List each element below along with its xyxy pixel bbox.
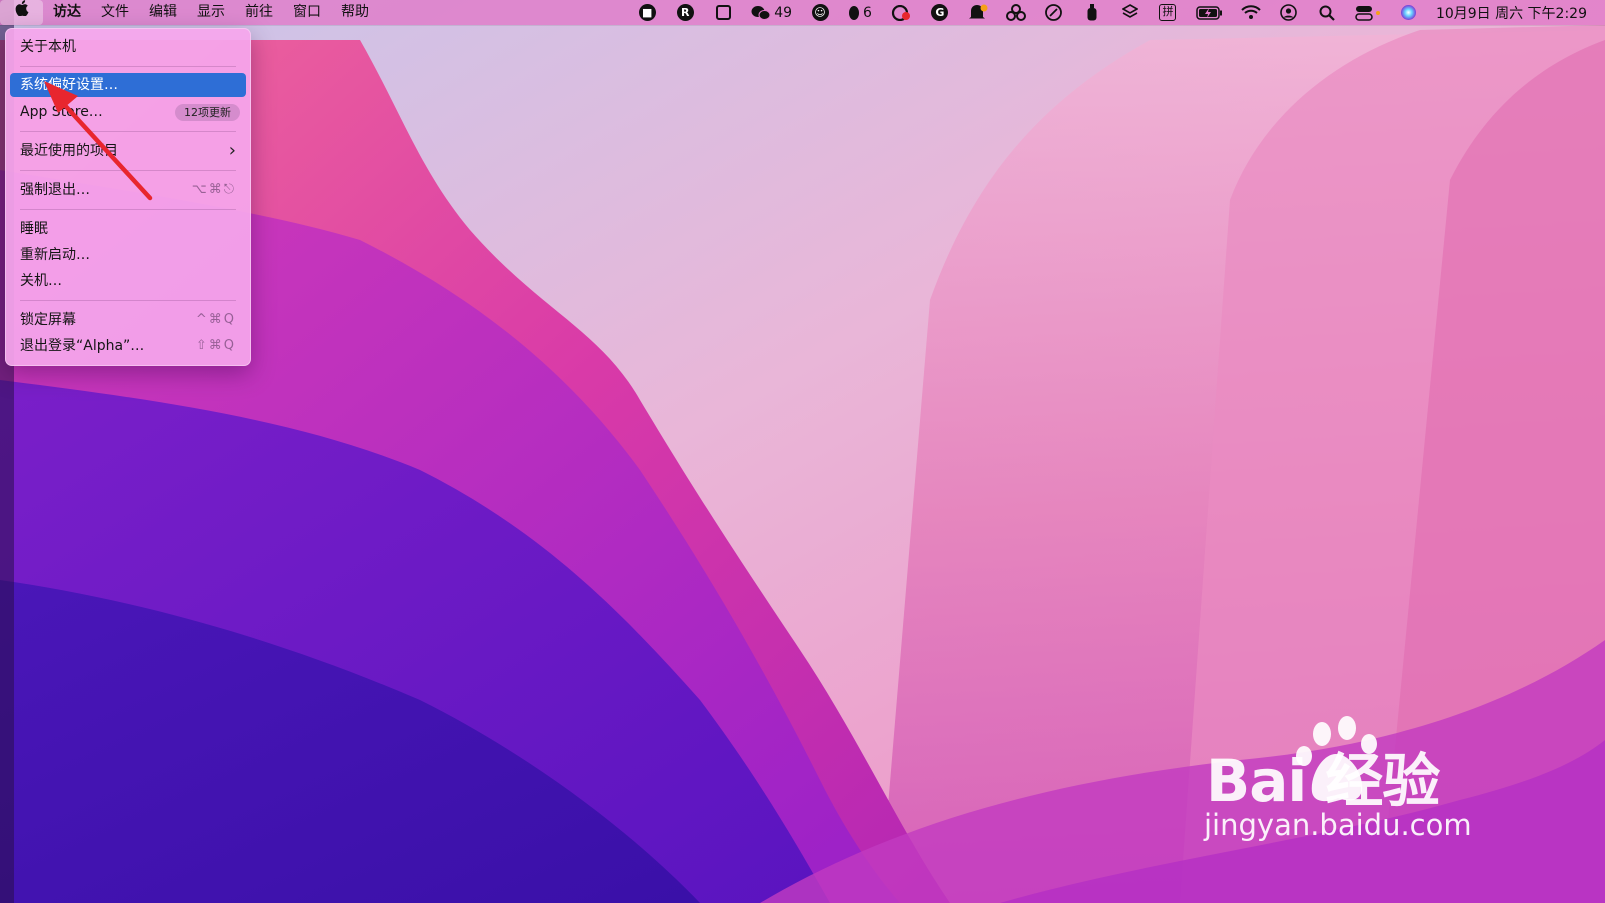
- menu-separator: [20, 131, 236, 132]
- menu-item-system-preferences[interactable]: 系统偏好设置…: [10, 73, 246, 97]
- control-center-icon[interactable]: [1346, 0, 1390, 25]
- feather-icon[interactable]: [1035, 0, 1073, 25]
- menu-help[interactable]: 帮助: [331, 0, 379, 25]
- menu-item-shutdown[interactable]: 关机…: [10, 269, 246, 293]
- menu-item-label: 强制退出…: [20, 182, 90, 198]
- watermark-brand: Bai 经验: [1206, 747, 1440, 815]
- input-method-icon[interactable]: 拼: [1149, 0, 1187, 25]
- menu-separator: [20, 170, 236, 171]
- watermark-url: jingyan.baidu.com: [1204, 808, 1472, 842]
- wechat-icon[interactable]: 49: [742, 0, 801, 25]
- menu-separator: [20, 300, 236, 301]
- cloud-sync-icon[interactable]: [881, 0, 921, 25]
- record-stop-icon[interactable]: ■: [628, 0, 666, 25]
- grid-app-icon[interactable]: [704, 0, 742, 25]
- notification-bell-icon[interactable]: [959, 0, 997, 25]
- menu-item-label: 最近使用的项目: [20, 143, 118, 159]
- wechat-count: 49: [774, 4, 793, 21]
- menu-separator: [20, 66, 236, 67]
- menubar-clock[interactable]: 10月9日 周六 下午2:29: [1428, 3, 1593, 23]
- shortcut-label: ⌥⌘⎋: [191, 182, 236, 197]
- menu-item-lock-screen[interactable]: 锁定屏幕 ^⌘Q: [10, 308, 246, 332]
- menu-item-app-store[interactable]: App Store… 12项更新: [10, 100, 246, 124]
- apple-menu-dropdown: 关于本机 系统偏好设置… App Store… 12项更新 最近使用的项目 › …: [5, 28, 251, 366]
- menu-item-recent-items[interactable]: 最近使用的项目 ›: [10, 139, 246, 163]
- menu-item-log-out[interactable]: 退出登录“Alpha”… ⇧⌘Q: [10, 334, 246, 358]
- siri-icon[interactable]: [1390, 0, 1428, 25]
- menu-bar: 访达 文件 编辑 显示 前往 窗口 帮助 ■ R 49 ☺ 6 G 拼 10月9…: [0, 0, 1605, 25]
- smile-chat-icon[interactable]: ☺: [801, 0, 839, 25]
- layers-icon[interactable]: [1111, 0, 1149, 25]
- r-app-icon[interactable]: R: [666, 0, 704, 25]
- spotlight-search-icon[interactable]: [1308, 0, 1346, 25]
- menu-item-label: App Store…: [20, 104, 103, 120]
- chevron-right-icon: ›: [228, 140, 236, 161]
- baidu-jingyan-watermark: Bai 经验 jingyan.baidu.com: [1200, 712, 1500, 857]
- menu-go[interactable]: 前往: [235, 0, 283, 25]
- menu-item-label: 关机…: [20, 273, 62, 289]
- menu-window[interactable]: 窗口: [283, 0, 331, 25]
- three-circles-icon[interactable]: [997, 0, 1035, 25]
- shortcut-label: ^⌘Q: [195, 312, 236, 327]
- menu-item-force-quit[interactable]: 强制退出… ⌥⌘⎋: [10, 178, 246, 202]
- menu-item-restart[interactable]: 重新启动…: [10, 243, 246, 267]
- wifi-icon[interactable]: [1232, 0, 1270, 25]
- menu-item-label: 锁定屏幕: [20, 312, 76, 328]
- updates-badge: 12项更新: [175, 104, 240, 121]
- qq-penguin-icon[interactable]: 6: [839, 0, 881, 25]
- menu-item-label: 关于本机: [20, 39, 76, 55]
- menu-file[interactable]: 文件: [91, 0, 139, 25]
- menu-item-label: 睡眠: [20, 221, 48, 237]
- bottle-icon[interactable]: [1073, 0, 1111, 25]
- menu-separator: [20, 209, 236, 210]
- menu-item-label: 重新启动…: [20, 247, 90, 263]
- menu-item-about-this-mac[interactable]: 关于本机: [10, 35, 246, 59]
- g-circle-icon[interactable]: G: [921, 0, 959, 25]
- qq-count: 6: [863, 4, 872, 21]
- app-name-menu[interactable]: 访达: [43, 0, 91, 25]
- battery-charging-icon[interactable]: [1187, 0, 1232, 25]
- apple-logo-icon: [15, 0, 29, 17]
- menu-item-label: 退出登录“Alpha”…: [20, 338, 145, 354]
- menu-item-sleep[interactable]: 睡眠: [10, 217, 246, 241]
- apple-menu-button[interactable]: [0, 0, 43, 25]
- shortcut-label: ⇧⌘Q: [195, 338, 236, 353]
- menu-edit[interactable]: 编辑: [139, 0, 187, 25]
- status-area: ■ R 49 ☺ 6 G 拼 10月9日 周六 下午2:29: [628, 0, 1593, 25]
- user-account-icon[interactable]: [1270, 0, 1308, 25]
- menu-item-label: 系统偏好设置…: [20, 77, 118, 93]
- menu-view[interactable]: 显示: [187, 0, 235, 25]
